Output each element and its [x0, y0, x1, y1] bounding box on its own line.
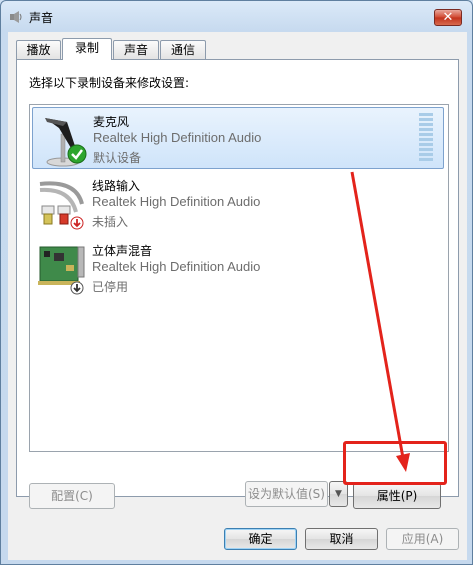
properties-button[interactable]: 属性(P) [353, 483, 441, 509]
configure-button[interactable]: 配置(C) [29, 483, 115, 509]
title-bar[interactable]: 声音 ✕ [1, 1, 472, 31]
apply-button[interactable]: 应用(A) [386, 528, 459, 550]
tab-sounds[interactable]: 声音 [113, 40, 159, 59]
device-status: 未插入 [92, 215, 129, 229]
red-down-arrow-icon [70, 216, 84, 230]
device-name: 立体声混音 [92, 244, 153, 258]
instruction-text: 选择以下录制设备来修改设置: [29, 76, 190, 90]
gray-down-arrow-icon [70, 281, 84, 295]
annotation-highlight-box [343, 441, 447, 485]
device-status: 已停用 [92, 280, 129, 294]
device-name: 麦克风 [93, 115, 130, 129]
device-name: 线路输入 [92, 179, 141, 193]
ok-button[interactable]: 确定 [224, 528, 297, 550]
close-button[interactable]: ✕ [434, 9, 462, 26]
tab-communications[interactable]: 通信 [160, 40, 206, 59]
device-status: 默认设备 [93, 151, 142, 165]
device-driver: Realtek High Definition Audio [93, 130, 262, 145]
device-driver: Realtek High Definition Audio [92, 194, 261, 209]
tab-playback[interactable]: 播放 [16, 40, 61, 59]
recording-panel: 选择以下录制设备来修改设置: 麦克风 Realtek High Definiti… [16, 59, 459, 497]
device-item-microphone[interactable]: 麦克风 Realtek High Definition Audio 默认设备 [32, 107, 444, 169]
device-driver: Realtek High Definition Audio [92, 259, 261, 274]
window-title: 声音 [29, 11, 54, 25]
device-item-stereo-mix[interactable]: 立体声混音 Realtek High Definition Audio 已停用 [32, 237, 444, 299]
set-default-button[interactable]: 设为默认值(S) [245, 481, 328, 507]
device-list: 麦克风 Realtek High Definition Audio 默认设备 线… [29, 104, 449, 452]
green-check-icon [67, 144, 87, 164]
tab-recording[interactable]: 录制 [62, 38, 112, 60]
device-item-line-in[interactable]: 线路输入 Realtek High Definition Audio 未插入 [32, 172, 444, 234]
set-default-split-button: 设为默认值(S) ▼ [245, 481, 348, 507]
speaker-icon [10, 11, 22, 23]
cancel-button[interactable]: 取消 [305, 528, 378, 550]
level-meter [419, 113, 433, 163]
